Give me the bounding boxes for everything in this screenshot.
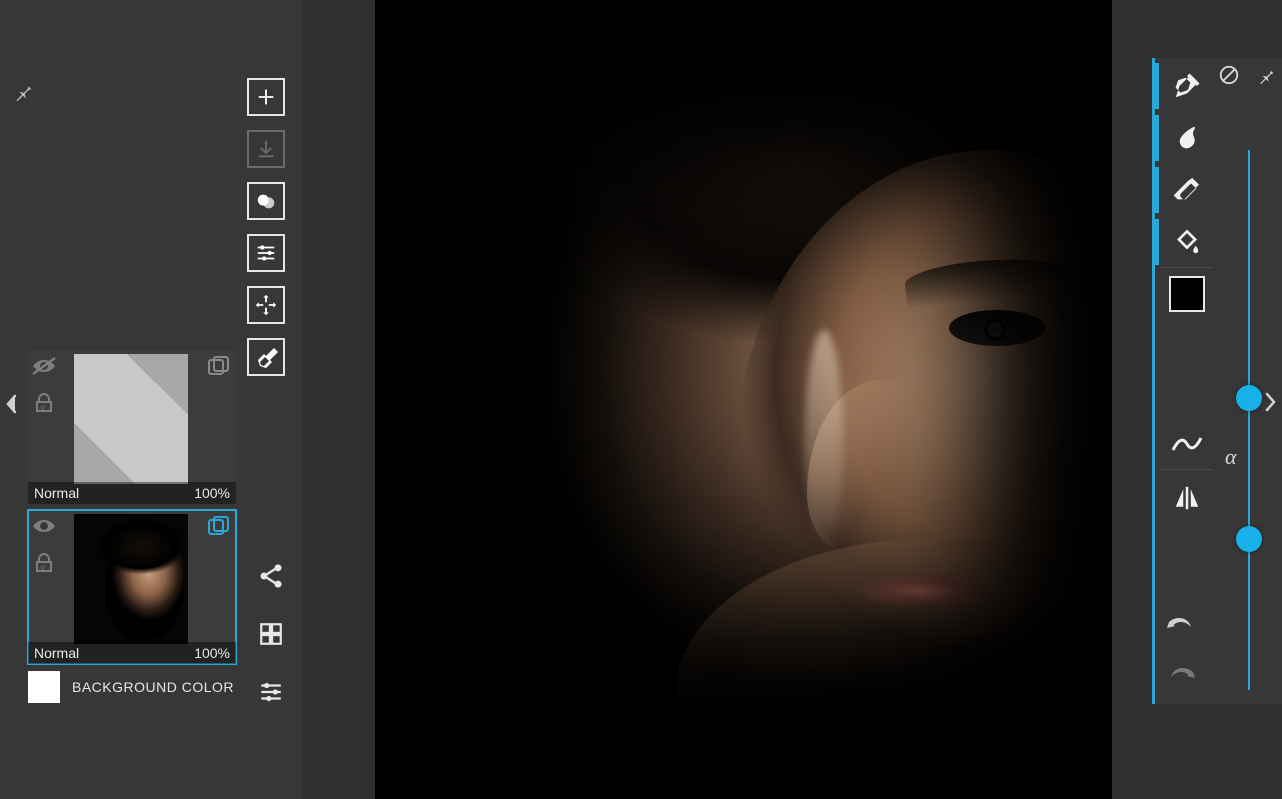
layer-blend-mode: Normal xyxy=(34,645,79,661)
stroke-curve-tool[interactable] xyxy=(1161,418,1213,470)
collapse-left-panel-icon[interactable] xyxy=(0,384,24,424)
alpha-symbol[interactable]: α xyxy=(1225,444,1237,470)
alpha-lock-icon[interactable]: α xyxy=(32,551,56,580)
layer-opacity: 100% xyxy=(194,645,230,661)
adjust-sliders-button[interactable] xyxy=(247,234,285,272)
add-layer-button[interactable] xyxy=(247,78,285,116)
brush-slider-knob-2[interactable] xyxy=(1236,526,1262,552)
mirror-tool[interactable] xyxy=(1161,472,1213,524)
redo-button[interactable] xyxy=(1163,658,1199,694)
undo-button[interactable] xyxy=(1163,608,1199,644)
color-chip[interactable] xyxy=(1161,268,1213,320)
layer-list: α Normal 100% α xyxy=(28,350,236,670)
settings-sliders-button[interactable] xyxy=(253,674,289,710)
svg-text:α: α xyxy=(41,402,46,412)
canvas-painting-eye xyxy=(949,310,1045,346)
bucket-tool[interactable] xyxy=(1161,216,1213,268)
canvas-painting-lips xyxy=(855,568,1025,614)
visibility-off-icon[interactable] xyxy=(31,356,57,381)
blend-shapes-button[interactable] xyxy=(247,182,285,220)
layer-blend-mode: Normal xyxy=(34,485,79,501)
grid-view-button[interactable] xyxy=(253,616,289,652)
panel-actions xyxy=(247,558,295,710)
pen-tool[interactable] xyxy=(1161,60,1213,112)
layer-item[interactable]: α Normal 100% xyxy=(28,350,236,504)
left-panel: α Normal 100% α xyxy=(0,0,302,799)
expand-right-panel-icon[interactable] xyxy=(1258,382,1282,422)
clip-mask-icon[interactable] xyxy=(206,356,230,383)
brush-slider-track[interactable] xyxy=(1248,150,1250,690)
transform-button[interactable] xyxy=(247,286,285,324)
current-color-swatch xyxy=(1169,276,1205,312)
share-button[interactable] xyxy=(253,558,289,594)
pin-panel-icon[interactable] xyxy=(8,76,38,106)
layer-opacity: 100% xyxy=(194,485,230,501)
layer-thumbnail-portrait xyxy=(74,514,188,644)
layer-toolbar xyxy=(247,78,295,376)
clear-brush-button[interactable] xyxy=(247,338,285,376)
clip-mask-icon[interactable] xyxy=(206,516,230,543)
eraser-tool[interactable] xyxy=(1161,164,1213,216)
canvas[interactable] xyxy=(375,0,1112,799)
smudge-tool[interactable] xyxy=(1161,112,1213,164)
background-color-label: BACKGROUND COLOR xyxy=(72,679,234,695)
layer-status: Normal 100% xyxy=(28,482,236,504)
pin-panel-icon[interactable] xyxy=(1256,65,1276,90)
background-color-swatch[interactable] xyxy=(28,671,60,703)
svg-text:α: α xyxy=(41,562,46,572)
merge-down-button[interactable] xyxy=(247,130,285,168)
canvas-painting-highlight xyxy=(805,330,843,550)
layer-status: Normal 100% xyxy=(28,642,236,664)
tool-column xyxy=(1161,60,1213,420)
alpha-lock-icon[interactable]: α xyxy=(32,391,56,420)
visibility-on-icon[interactable] xyxy=(31,516,57,541)
disable-icon[interactable] xyxy=(1218,64,1240,91)
layer-item[interactable]: α Normal 100% xyxy=(28,510,236,664)
layer-thumbnail-transparent xyxy=(74,354,188,484)
right-panel: α xyxy=(1152,58,1282,704)
background-color-row[interactable]: BACKGROUND COLOR xyxy=(28,668,236,706)
